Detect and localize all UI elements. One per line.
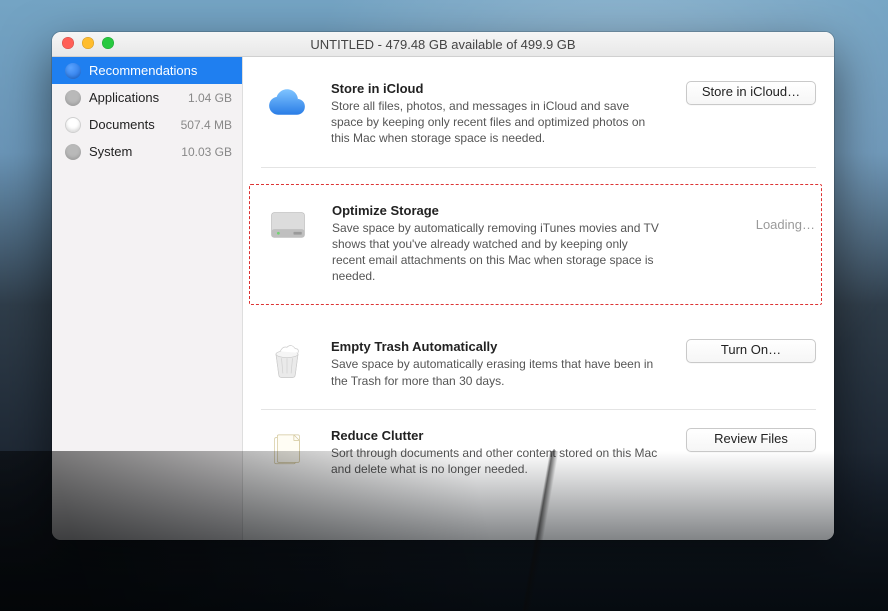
window-body: Recommendations Applications 1.04 GB Doc… (52, 57, 834, 540)
icloud-icon (261, 81, 313, 147)
recommendation-description: Store all files, photos, and messages in… (331, 98, 660, 147)
window-title: UNTITLED - 479.48 GB available of 499.9 … (310, 37, 575, 52)
optimize-loading-label: Loading… (756, 203, 815, 232)
sidebar-item-label: Documents (89, 117, 173, 132)
zoom-icon[interactable] (102, 37, 114, 49)
storage-management-window: UNTITLED - 479.48 GB available of 499.9 … (52, 32, 834, 540)
sidebar-item-label: Applications (89, 90, 180, 105)
recommendation-optimize-storage: Optimize Storage Save space by automatic… (249, 184, 822, 306)
close-icon[interactable] (62, 37, 74, 49)
applications-icon (64, 89, 81, 106)
recommendations-pane: Store in iCloud Store all files, photos,… (243, 57, 834, 540)
recommendation-reduce-clutter: Reduce Clutter Sort through documents an… (261, 410, 816, 497)
sidebar-item-recommendations[interactable]: Recommendations (52, 57, 242, 84)
recommendation-title: Reduce Clutter (331, 428, 660, 443)
internal-disk-icon (262, 203, 314, 285)
sidebar-item-documents[interactable]: Documents 507.4 MB (52, 111, 242, 138)
sidebar-item-size: 1.04 GB (188, 91, 232, 105)
minimize-icon[interactable] (82, 37, 94, 49)
recommendations-icon (64, 62, 81, 79)
recommendation-icloud: Store in iCloud Store all files, photos,… (261, 75, 816, 168)
sidebar: Recommendations Applications 1.04 GB Doc… (52, 57, 243, 540)
recommendation-description: Save space by automatically erasing item… (331, 356, 660, 388)
recommendation-title: Optimize Storage (332, 203, 659, 218)
review-files-button[interactable]: Review Files (686, 428, 816, 452)
desktop-background: UNTITLED - 479.48 GB available of 499.9 … (0, 0, 888, 611)
recommendation-description: Save space by automatically removing iTu… (332, 220, 659, 285)
sidebar-item-label: System (89, 144, 173, 159)
system-icon (64, 143, 81, 160)
recommendation-empty-trash: Empty Trash Automatically Save space by … (261, 321, 816, 409)
window-controls (62, 37, 114, 49)
sidebar-item-size: 10.03 GB (181, 145, 232, 159)
documents-icon (64, 116, 81, 133)
documents-stack-icon (261, 428, 313, 477)
recommendation-description: Sort through documents and other content… (331, 445, 660, 477)
store-in-icloud-button[interactable]: Store in iCloud… (686, 81, 816, 105)
sidebar-item-label: Recommendations (89, 63, 224, 78)
sidebar-item-system[interactable]: System 10.03 GB (52, 138, 242, 165)
sidebar-item-size: 507.4 MB (181, 118, 232, 132)
recommendation-title: Empty Trash Automatically (331, 339, 660, 354)
sidebar-item-applications[interactable]: Applications 1.04 GB (52, 84, 242, 111)
recommendation-title: Store in iCloud (331, 81, 660, 96)
turn-on-button[interactable]: Turn On… (686, 339, 816, 363)
window-titlebar[interactable]: UNTITLED - 479.48 GB available of 499.9 … (52, 32, 834, 57)
trash-icon (261, 339, 313, 388)
